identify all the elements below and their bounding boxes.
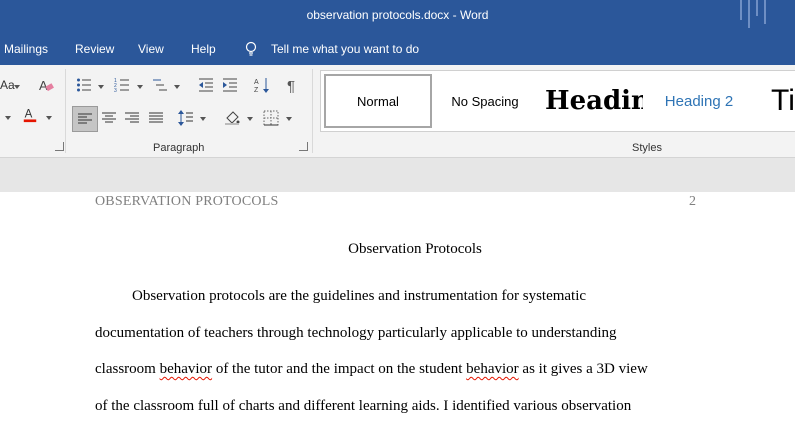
highlight-dropdown-icon[interactable] bbox=[5, 116, 11, 120]
font-color-icon[interactable]: A bbox=[22, 107, 38, 123]
group-separator bbox=[65, 69, 66, 153]
font-dialog-launcher-icon[interactable] bbox=[55, 142, 64, 151]
tab-mailings[interactable]: Mailings bbox=[4, 42, 48, 56]
spelling-flagged-word[interactable]: behavior bbox=[466, 361, 518, 377]
align-center-icon[interactable] bbox=[101, 110, 117, 126]
increase-indent-icon[interactable] bbox=[222, 77, 238, 93]
align-right-icon[interactable] bbox=[124, 110, 140, 126]
tab-view[interactable]: View bbox=[138, 42, 164, 56]
shading-icon[interactable] bbox=[224, 109, 240, 125]
sort-icon[interactable]: AZ bbox=[254, 77, 270, 93]
spelling-flagged-word[interactable]: behavior bbox=[160, 361, 212, 377]
change-case-dropdown-icon[interactable] bbox=[14, 85, 20, 89]
tab-help[interactable]: Help bbox=[191, 42, 216, 56]
svg-text:A: A bbox=[39, 78, 48, 93]
paragraph-line: classroom behavior of the tutor and the … bbox=[95, 361, 648, 377]
title-bar: observation protocols.docx - Word bbox=[0, 0, 795, 33]
bullets-dropdown-icon[interactable] bbox=[98, 85, 104, 89]
svg-text:3: 3 bbox=[114, 88, 117, 93]
borders-icon[interactable] bbox=[263, 110, 279, 126]
document-title: Observation Protocols bbox=[348, 241, 482, 257]
multilevel-list-icon[interactable] bbox=[152, 77, 168, 93]
bullets-icon[interactable] bbox=[76, 77, 92, 93]
paragraph-line: of the classroom full of charts and diff… bbox=[95, 398, 632, 414]
style-normal[interactable]: Normal bbox=[324, 74, 432, 128]
line-spacing-icon[interactable] bbox=[178, 110, 194, 126]
tab-review[interactable]: Review bbox=[75, 42, 114, 56]
align-left-icon bbox=[78, 113, 92, 124]
multilevel-dropdown-icon[interactable] bbox=[174, 85, 180, 89]
justify-icon[interactable] bbox=[148, 110, 164, 126]
change-case-button[interactable]: Aa bbox=[0, 78, 15, 92]
styles-gallery: Normal No Spacing Heading 1 Heading 2 Ti… bbox=[320, 70, 795, 132]
svg-text:A: A bbox=[25, 109, 33, 121]
paragraph-line: documentation of teachers through techno… bbox=[95, 325, 617, 341]
ruler-gap bbox=[0, 158, 795, 192]
numbering-dropdown-icon[interactable] bbox=[137, 85, 143, 89]
svg-text:¶: ¶ bbox=[287, 78, 295, 93]
ribbon: Aa A A 1 2 3 AZ ¶ Paragraph Normal No Sp… bbox=[0, 65, 795, 158]
tell-me-search[interactable]: Tell me what you want to do bbox=[271, 42, 419, 56]
style-heading-2[interactable]: Heading 2 bbox=[651, 71, 747, 131]
paragraph-line: Observation protocols are the guidelines… bbox=[132, 288, 587, 304]
styles-group-label: Styles bbox=[632, 142, 662, 154]
page-number: 2 bbox=[689, 194, 696, 209]
align-left-button[interactable] bbox=[72, 106, 98, 132]
line-spacing-dropdown-icon[interactable] bbox=[200, 117, 206, 121]
paragraph-group-label: Paragraph bbox=[153, 142, 205, 154]
borders-dropdown-icon[interactable] bbox=[286, 117, 292, 121]
style-no-spacing[interactable]: No Spacing bbox=[433, 71, 537, 131]
ribbon-tabs: Mailings Review View Help Tell me what y… bbox=[0, 33, 795, 65]
lightbulb-icon[interactable] bbox=[245, 41, 257, 57]
style-title[interactable]: Title bbox=[771, 71, 795, 131]
group-separator bbox=[312, 69, 313, 153]
running-header: OBSERVATION PROTOCOLS bbox=[95, 194, 279, 209]
window-title: observation protocols.docx - Word bbox=[306, 8, 489, 22]
document-page[interactable]: OBSERVATION PROTOCOLS 2 Observation Prot… bbox=[0, 192, 795, 424]
shading-dropdown-icon[interactable] bbox=[247, 117, 253, 121]
paragraph-dialog-launcher-icon[interactable] bbox=[299, 142, 308, 151]
font-color-dropdown-icon[interactable] bbox=[46, 116, 52, 120]
svg-text:A: A bbox=[254, 79, 259, 86]
svg-text:Z: Z bbox=[254, 87, 259, 93]
show-formatting-marks-icon[interactable]: ¶ bbox=[285, 77, 301, 93]
decrease-indent-icon[interactable] bbox=[198, 77, 214, 93]
style-heading-1[interactable]: Heading 1 bbox=[541, 71, 643, 131]
clear-formatting-icon[interactable]: A bbox=[38, 77, 54, 93]
window-decoration-icon bbox=[740, 0, 766, 28]
numbering-icon[interactable]: 1 2 3 bbox=[114, 77, 130, 93]
